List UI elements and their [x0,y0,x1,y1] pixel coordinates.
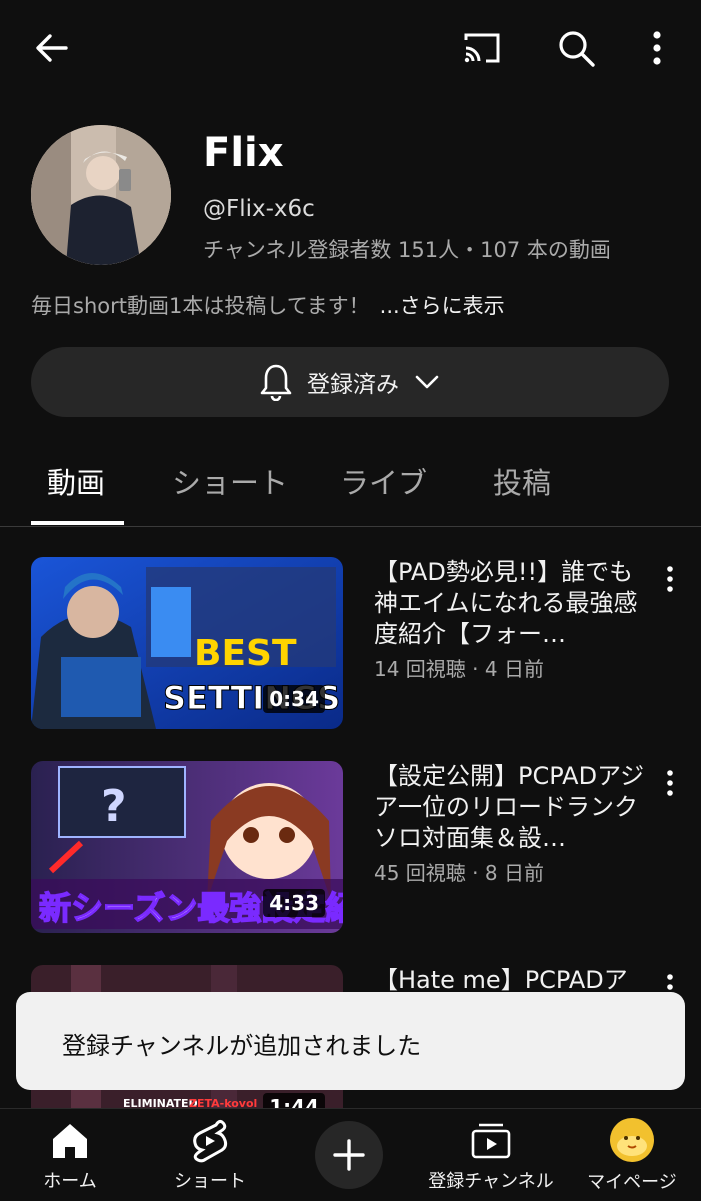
active-tab-indicator [31,521,124,525]
nav-shorts-label: ショート [174,1171,246,1192]
nav-shorts[interactable]: ショート [160,1109,260,1201]
more-vertical-icon [667,566,673,592]
nav-subscriptions-label: 登録チャンネル [428,1171,554,1192]
cast-button[interactable] [452,18,512,78]
back-arrow-icon [36,34,68,62]
video-duration: 4:33 [263,889,325,917]
video-title[interactable]: 【設定公開】PCPADアジア一位のリロードランクソロ対面集＆設… [374,761,646,854]
search-icon [559,31,595,67]
thumb-text-best: BEST [194,633,297,674]
channel-avatar[interactable] [31,125,171,265]
nav-my-page[interactable]: マイページ [580,1109,684,1201]
home-icon [53,1124,87,1158]
channel-tabs: 動画 ショート ライブ 投稿 [0,440,701,527]
tab-shorts[interactable]: ショート [172,460,288,502]
description-text: 毎日short動画1本は投稿してます！ [31,294,370,318]
more-vertical-icon [653,31,661,65]
avatar-image [31,125,171,265]
video-thumbnail[interactable]: ? 新シーズン最強設定紹介 4:33 [31,761,343,933]
tab-live[interactable]: ライブ [340,460,427,502]
nav-home[interactable]: ホーム [28,1109,112,1201]
video-thumbnail[interactable]: BEST SETTINGS! 0:34 [31,557,343,729]
create-button[interactable] [315,1121,383,1189]
snackbar-toast: 登録チャンネルが追加されました [16,992,685,1090]
bottom-navigation: ホーム ショート 登録チャンネル マイページ [0,1108,701,1201]
video-meta: 45 回視聴 · 8 日前 [374,861,544,885]
tab-posts[interactable]: 投稿 [493,460,551,502]
svg-text:?: ? [101,781,127,832]
search-button[interactable] [546,18,606,78]
subscriptions-icon [471,1123,511,1159]
cast-icon [464,33,500,63]
back-button[interactable] [22,18,82,78]
nav-subscriptions[interactable]: 登録チャンネル [420,1109,562,1201]
toast-message: 登録チャンネルが追加されました [62,1032,422,1060]
shorts-icon [193,1119,228,1163]
more-options-button[interactable] [632,18,682,78]
video-more-button[interactable] [652,559,688,599]
avatar-icon [610,1118,654,1162]
video-item[interactable]: BEST SETTINGS! 0:34 【PAD勢必見!!】誰でも神エイムになれ… [0,557,701,737]
video-title[interactable]: 【PAD勢必見!!】誰でも神エイムになれる最強感度紹介【フォー… [374,557,646,650]
video-duration: 0:34 [263,685,325,713]
channel-name: Flix [203,130,284,176]
subscribed-button[interactable]: 登録済み [31,347,669,417]
more-vertical-icon [667,770,673,796]
video-meta: 14 回視聴 · 4 日前 [374,657,544,681]
subscribed-label: 登録済み [307,372,399,398]
bell-icon [260,364,292,401]
channel-handle: @Flix-x6c [203,196,315,222]
channel-description[interactable]: 毎日short動画1本は投稿してます！ ...さらに表示 [31,290,505,320]
nav-home-label: ホーム [43,1171,97,1192]
channel-stats: チャンネル登録者数 151人・107 本の動画 [203,238,611,262]
plus-icon [333,1139,365,1171]
video-more-button[interactable] [652,763,688,803]
video-item[interactable]: ? 新シーズン最強設定紹介 4:33 【設定公開】PCPADアジア一位のリロード… [0,761,701,941]
tab-videos[interactable]: 動画 [47,460,105,502]
chevron-down-icon [415,375,439,389]
nav-my-page-label: マイページ [587,1172,677,1193]
show-more-link[interactable]: ...さらに表示 [380,294,505,318]
